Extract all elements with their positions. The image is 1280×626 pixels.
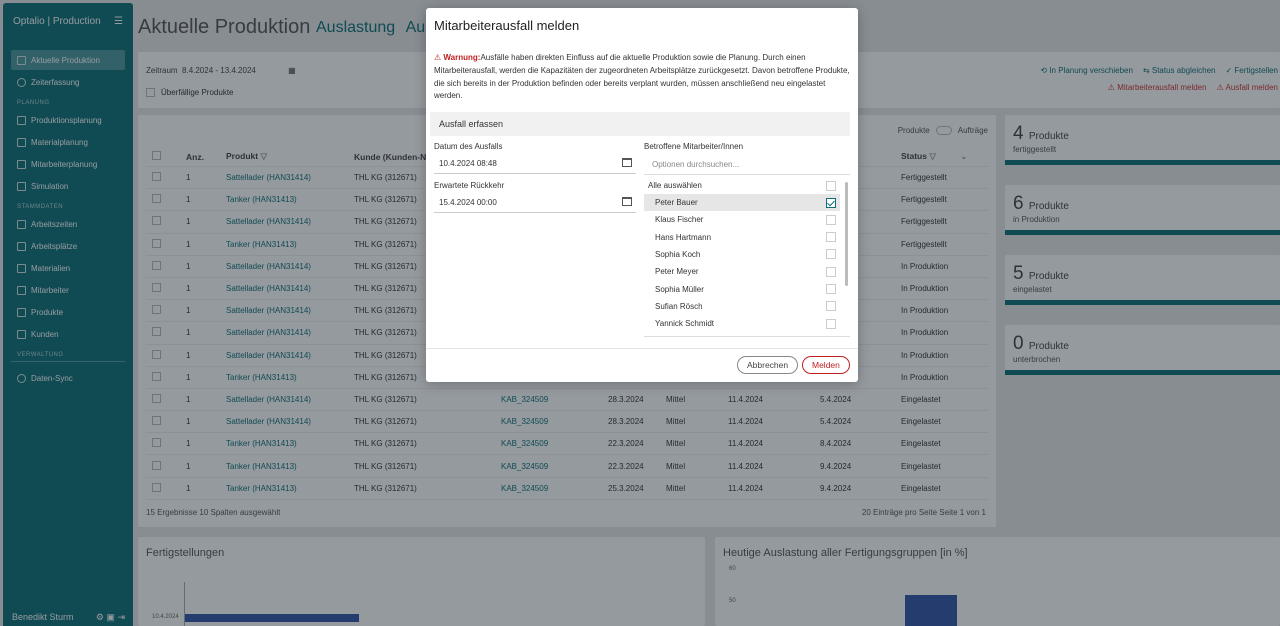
select-all-option[interactable]: Alle auswählen <box>644 177 840 194</box>
employee-checkbox[interactable] <box>826 301 836 312</box>
employee-checkbox[interactable] <box>826 197 836 208</box>
employee-checkbox[interactable] <box>826 249 836 260</box>
employee-option[interactable]: Yannick Schmidt <box>644 315 840 332</box>
date-label: Datum des Ausfalls <box>434 142 503 151</box>
employee-checkbox[interactable] <box>826 318 836 329</box>
employee-option[interactable]: Klaus Fischer <box>644 211 840 228</box>
warning-text: ⚠ Warnung:Ausfälle haben direkten Einflu… <box>434 53 850 101</box>
scrollbar[interactable] <box>845 178 849 335</box>
dialog-footer: Abbrechen Melden <box>426 348 858 382</box>
employee-option[interactable]: Sophia Müller <box>644 281 840 298</box>
employees-label: Betroffene Mitarbeiter/Innen <box>644 142 744 151</box>
employee-option[interactable]: Sophia Koch <box>644 246 840 263</box>
mitarbeiterausfall-dialog: Mitarbeiterausfall melden ⚠ Warnung:Ausf… <box>426 8 858 382</box>
return-input[interactable]: 15.4.2024 00:00 <box>434 193 636 213</box>
employee-checkbox[interactable] <box>826 214 836 225</box>
employee-option[interactable]: Peter Bauer <box>644 194 840 211</box>
cancel-button[interactable]: Abbrechen <box>737 356 799 374</box>
select-all-checkbox[interactable] <box>826 180 836 191</box>
employee-checkbox[interactable] <box>826 284 836 294</box>
section-header: Ausfall erfassen <box>430 112 850 136</box>
date-input[interactable]: 10.4.2024 08:48 <box>434 154 636 174</box>
employee-checkbox[interactable] <box>826 266 836 277</box>
employee-option[interactable]: Peter Meyer <box>644 263 840 280</box>
employee-checkbox[interactable] <box>826 232 836 243</box>
employee-option[interactable]: Sufian Rösch <box>644 298 840 315</box>
submit-button[interactable]: Melden <box>802 356 850 374</box>
employee-search-input[interactable]: Optionen durchsuchen... <box>644 155 850 175</box>
return-label: Erwartete Rückkehr <box>434 181 505 190</box>
dialog-title: Mitarbeiterausfall melden <box>434 18 580 33</box>
employee-list: Alle auswählen Peter Bauer Klaus Fischer H… <box>644 176 850 337</box>
calendar-icon[interactable] <box>622 158 632 167</box>
warning-icon: ⚠ <box>434 53 442 62</box>
employee-option[interactable]: Hans Hartmann <box>644 229 840 246</box>
calendar-icon[interactable] <box>622 197 632 206</box>
